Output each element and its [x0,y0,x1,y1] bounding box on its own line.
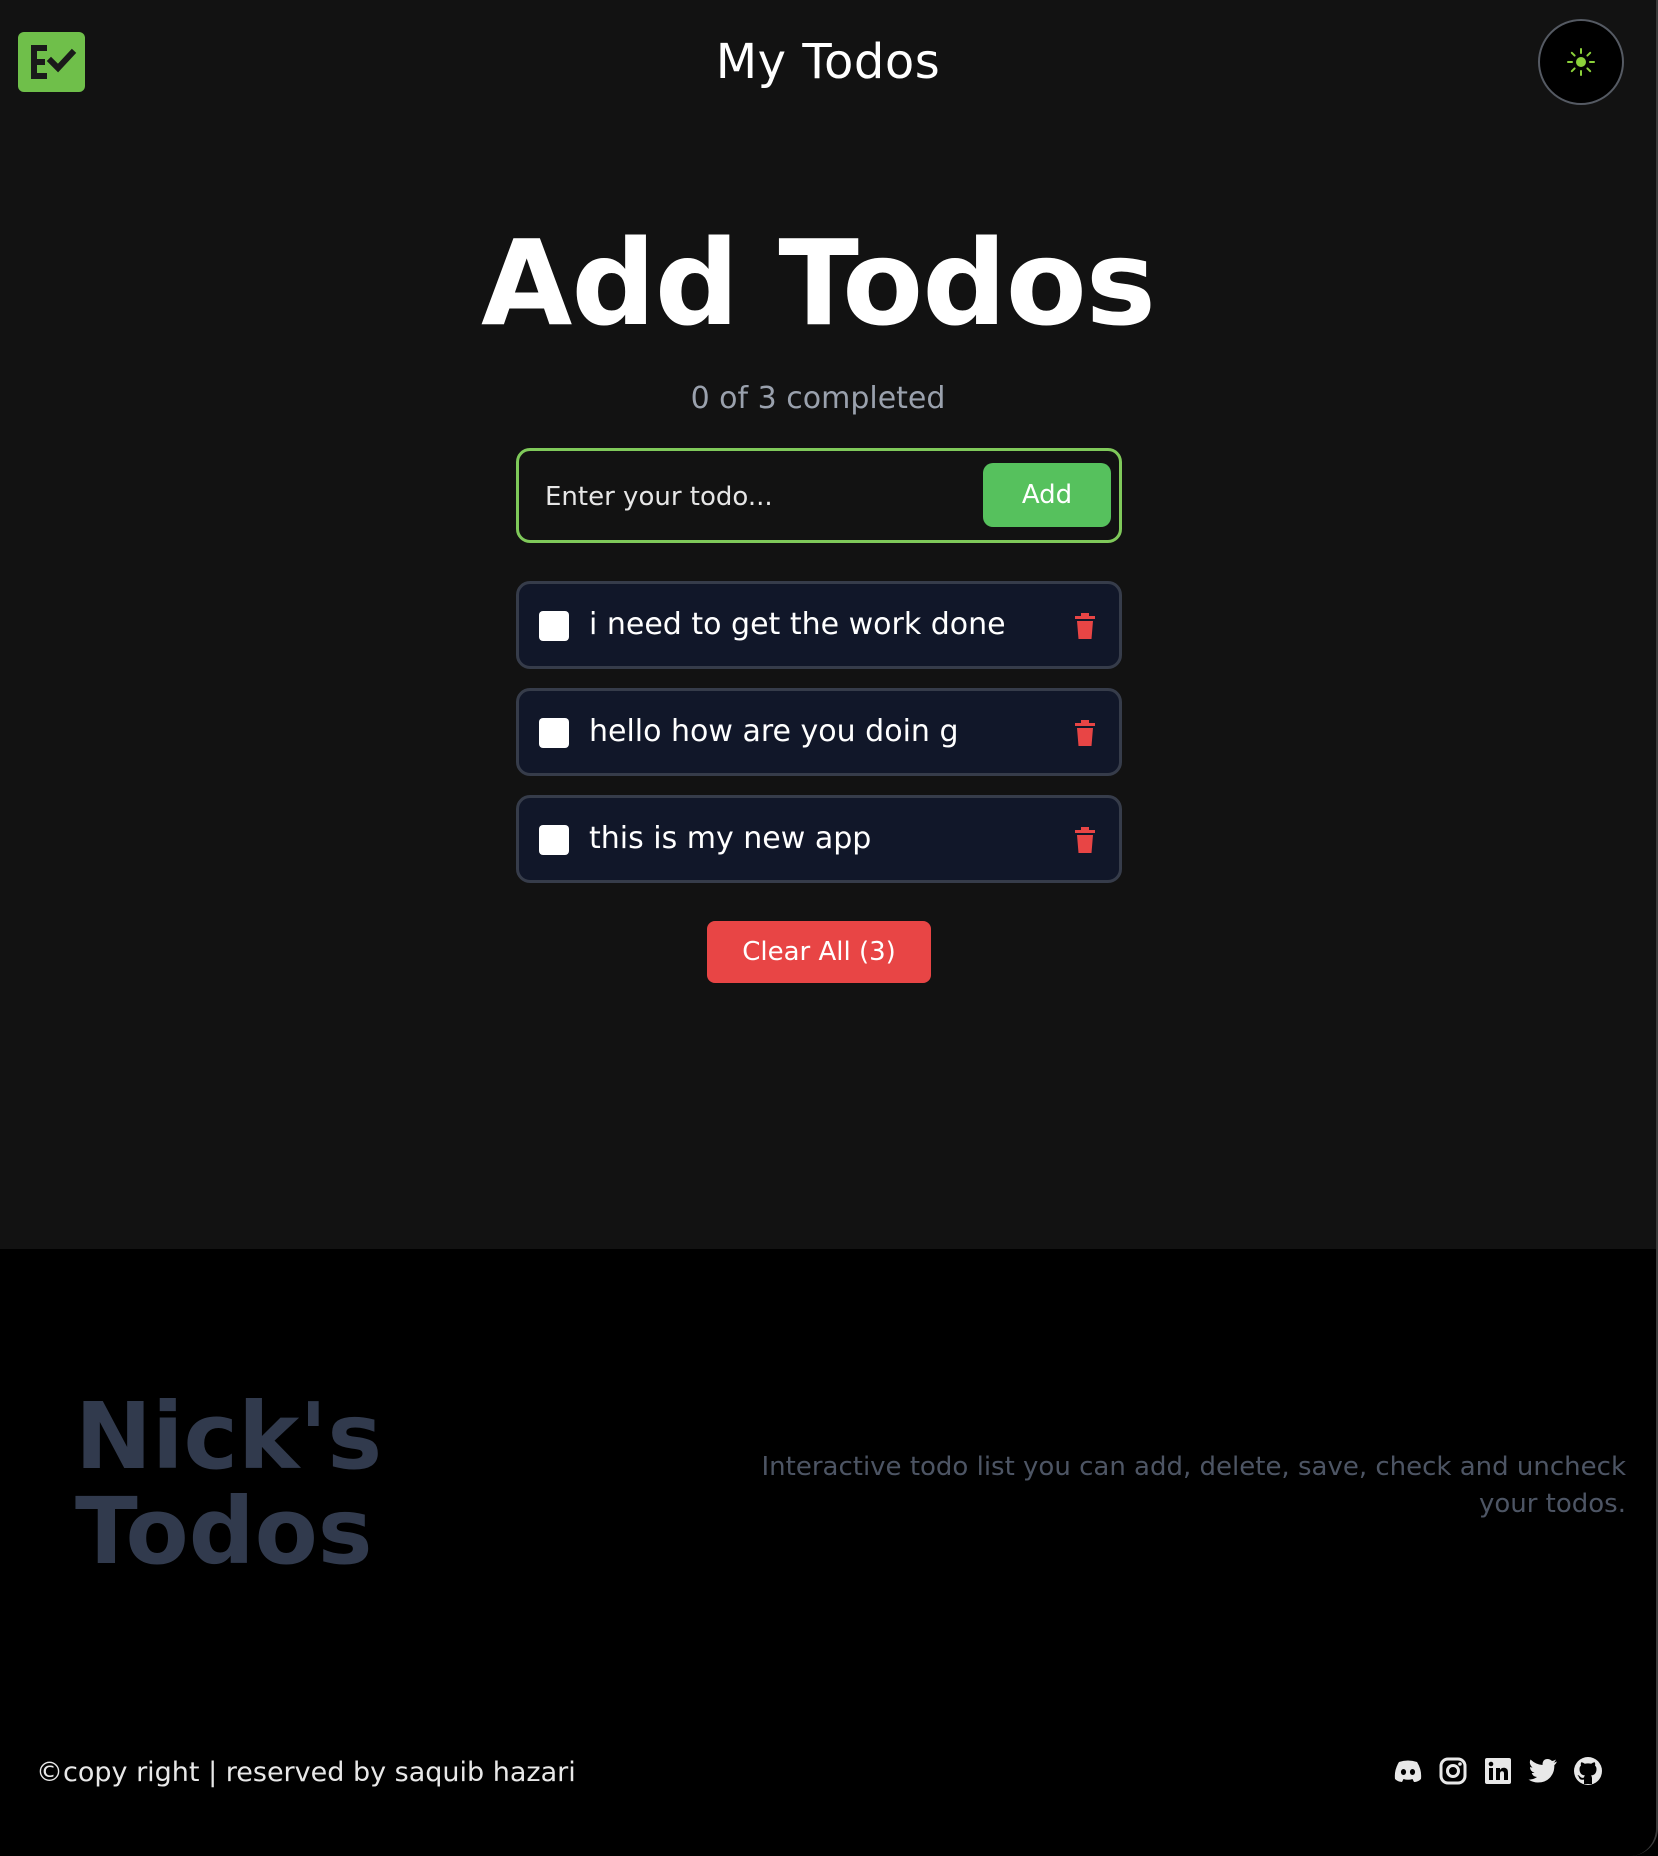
footer-description: Interactive todo list you can add, delet… [761,1452,1627,1519]
todo-checkbox[interactable] [539,825,569,855]
page-title: Add Todos [481,214,1156,352]
footer: Nick's Todos Interactive todo list you c… [0,1249,1656,1856]
sun-icon [1567,48,1595,76]
trash-icon[interactable] [1072,611,1098,641]
add-todo-form: Add [516,448,1122,543]
github-icon[interactable] [1572,1755,1604,1787]
todo-input[interactable] [543,473,967,521]
clear-all-button[interactable]: Clear All (3) [707,921,931,983]
add-button[interactable]: Add [983,463,1111,527]
todo-text: this is my new app [589,821,872,856]
theme-toggle-button[interactable] [1538,19,1624,105]
top-bar: My Todos [0,0,1656,125]
todo-item: hello how are you doin g [516,688,1122,776]
trash-icon[interactable] [1072,825,1098,855]
todo-checkbox[interactable] [539,718,569,748]
todo-item: i need to get the work done [516,581,1122,669]
trash-icon[interactable] [1072,718,1098,748]
instagram-icon[interactable] [1437,1755,1469,1787]
progress-text: 0 of 3 completed [690,381,946,416]
app-title: My Todos [715,34,941,90]
footer-brand: Nick's Todos [75,1389,435,1579]
linkedin-icon[interactable] [1482,1755,1514,1787]
social-links [1392,1755,1604,1787]
todo-list: i need to get the work done hello how ar… [516,581,1122,902]
discord-icon[interactable] [1392,1755,1424,1787]
footer-brand-line2: Todos [75,1478,373,1585]
todo-text: i need to get the work done [589,607,1006,642]
todo-checkbox[interactable] [539,611,569,641]
twitter-icon[interactable] [1527,1755,1559,1787]
app-page: My Todos Add Todos 0 of 3 completed Add [0,0,1658,1856]
copyright-text: ©copy right | reserved by saquib hazari [36,1757,576,1788]
footer-brand-line1: Nick's [75,1383,383,1490]
todo-text: hello how are you doin g [589,714,959,749]
todo-item: this is my new app [516,795,1122,883]
